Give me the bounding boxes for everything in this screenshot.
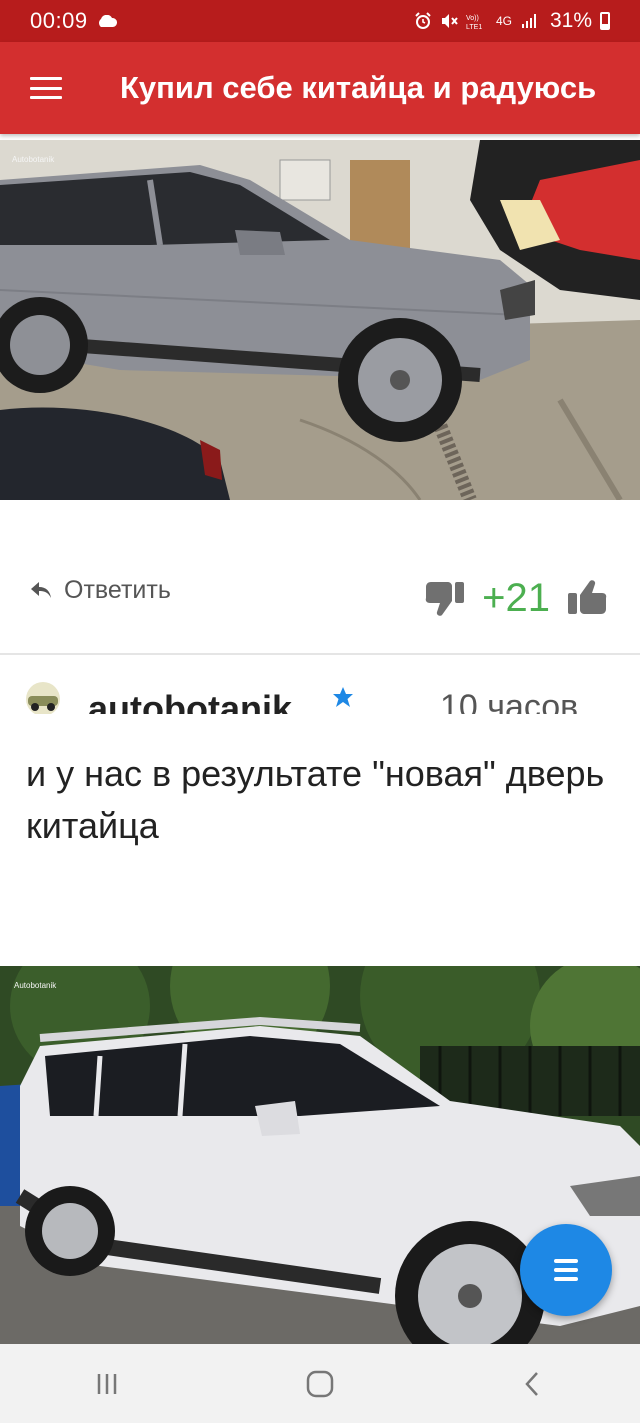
- vote-controls: +21: [424, 560, 608, 636]
- nav-recents-button[interactable]: [77, 1354, 137, 1414]
- svg-text:Vo)): Vo)): [466, 15, 479, 22]
- thumb-up-icon[interactable]: [566, 577, 608, 619]
- suv-garage-image: Autobotanik: [0, 140, 640, 500]
- status-time: 00:09: [30, 8, 88, 33]
- system-nav-bar: [0, 1344, 640, 1423]
- back-icon: [525, 1371, 539, 1396]
- thumb-down-icon[interactable]: [424, 577, 466, 619]
- comment-text: и у нас в результате "новая" дверь китай…: [26, 753, 605, 846]
- status-bar: 00:09 Vo)) LTE1 4G 31%: [0, 0, 640, 42]
- signal-icon: [521, 14, 536, 28]
- cloud-icon: [98, 15, 117, 27]
- reply-label: Ответить: [64, 575, 171, 604]
- alarm-icon: [415, 12, 431, 29]
- fab-menu-button[interactable]: [520, 1224, 612, 1316]
- mute-icon: [441, 14, 458, 28]
- star-icon: [333, 687, 353, 707]
- menu-button[interactable]: [0, 42, 92, 134]
- nav-back-button[interactable]: [503, 1354, 563, 1414]
- reply-arrow-icon: [31, 582, 51, 598]
- reply-button[interactable]: Ответить: [30, 560, 171, 620]
- page-title: Купил себе китайца и радуюсь: [120, 70, 597, 105]
- recents-icon: [97, 1373, 116, 1394]
- network-type: 4G: [495, 14, 512, 28]
- comment-header: autobotanik 10 часов: [0, 668, 640, 714]
- post-actions: Ответить +21: [0, 560, 640, 630]
- battery-icon: [600, 12, 610, 30]
- menu-lines-icon: [554, 1259, 578, 1281]
- app-bar: Купил себе китайца и радуюсь: [0, 42, 640, 134]
- home-icon: [306, 1370, 334, 1397]
- watermark-1: Autobotanik: [12, 155, 55, 164]
- avatar[interactable]: [26, 682, 60, 714]
- status-icons: Vo)) LTE1 4G 31%: [414, 9, 610, 33]
- post-image-1[interactable]: Autobotanik: [0, 140, 640, 500]
- rating-value: +21: [482, 575, 550, 620]
- battery-percent: 31%: [549, 9, 592, 32]
- hamburger-icon: [30, 77, 62, 99]
- svg-text:LTE1: LTE1: [466, 24, 482, 30]
- volte-icon: Vo)) LTE1: [466, 15, 482, 30]
- comment-time: 10 часов: [440, 688, 579, 714]
- watermark-2: Autobotanik: [14, 981, 57, 990]
- nav-home-button[interactable]: [290, 1354, 350, 1414]
- divider: [0, 653, 640, 655]
- comment-author[interactable]: autobotanik: [88, 688, 292, 714]
